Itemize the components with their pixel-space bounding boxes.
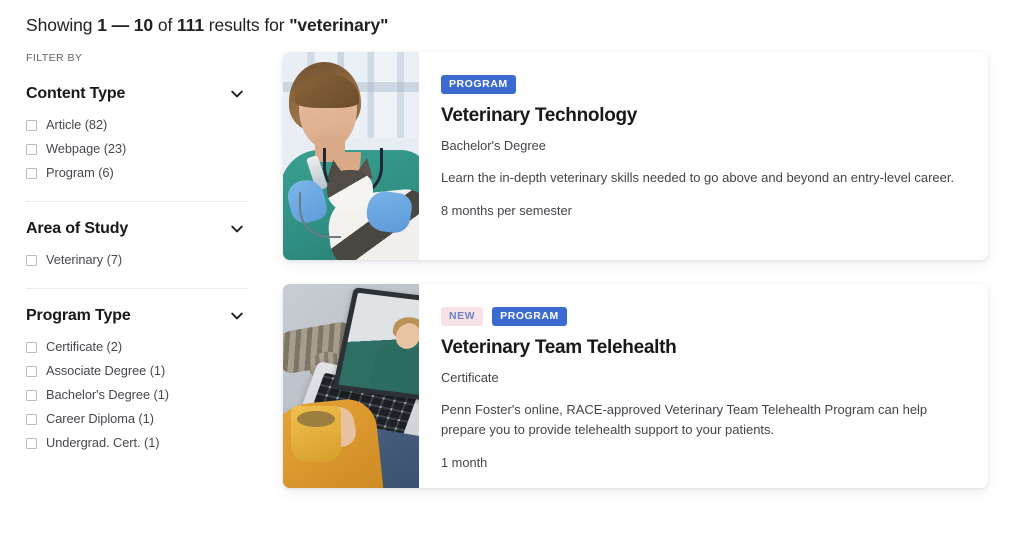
checkbox-icon[interactable] (26, 389, 37, 401)
filter-group-title: Program Type (26, 307, 131, 324)
result-card-badges: NEW PROGRAM (441, 307, 966, 326)
result-card-title[interactable]: Veterinary Team Telehealth (441, 336, 966, 360)
result-card-image (283, 52, 419, 260)
checkbox-icon[interactable] (26, 365, 37, 377)
filter-option-label: Bachelor's Degree (1) (46, 387, 170, 402)
filter-divider (26, 201, 248, 202)
badge-program: PROGRAM (492, 307, 567, 326)
badge-new: NEW (441, 307, 484, 326)
filter-group-content-type: Content Type Article (82) Webpage (23) P… (26, 85, 248, 181)
result-card-description: Penn Foster's online, RACE-approved Vete… (441, 402, 928, 437)
results-summary: Showing 1 — 10 of 111 results for "veter… (26, 13, 388, 37)
checkbox-icon[interactable] (26, 437, 37, 449)
filter-option-label: Veterinary (7) (46, 252, 123, 267)
filter-option-bachelors-degree[interactable]: Bachelor's Degree (1) (26, 387, 248, 403)
result-card-subtitle: Certificate (441, 370, 499, 385)
filter-option-associate-degree[interactable]: Associate Degree (1) (26, 363, 248, 379)
filter-divider (26, 288, 248, 289)
filter-option-label: Program (6) (46, 165, 114, 180)
result-card-badges: PROGRAM (441, 75, 966, 94)
filter-option-certificate[interactable]: Certificate (2) (26, 339, 248, 355)
page-content: FILTER BY Content Type Article (82) Webp… (0, 52, 1024, 536)
results-range-end: 10 (133, 15, 154, 35)
veterinarian-examining-cat-photo (283, 52, 419, 260)
result-card-subtitle: Bachelor's Degree (441, 138, 546, 153)
filter-group-program-type: Program Type Certificate (2) Associate D… (26, 307, 248, 451)
filter-option-label: Webpage (23) (46, 141, 127, 156)
filter-group-area-of-study-header[interactable]: Area of Study (26, 220, 248, 238)
filter-option-undergrad-cert[interactable]: Undergrad. Cert. (1) (26, 435, 248, 451)
filter-option-label: Article (82) (46, 117, 108, 132)
checkbox-icon[interactable] (26, 167, 37, 179)
results-summary-prefix: Showing (26, 15, 93, 35)
filter-group-title: Content Type (26, 85, 126, 102)
results-total-count: 111 (176, 15, 204, 35)
chevron-down-icon[interactable] (229, 308, 245, 324)
filter-by-label: FILTER BY (26, 52, 83, 64)
result-card-body: NEW PROGRAM Veterinary Team Telehealth C… (419, 284, 988, 488)
result-card-title[interactable]: Veterinary Technology (441, 104, 966, 128)
filter-option-label: Associate Degree (1) (46, 363, 166, 378)
results-range-start: 1 (97, 15, 107, 35)
checkbox-icon[interactable] (26, 119, 37, 131)
filter-option-career-diploma[interactable]: Career Diploma (1) (26, 411, 248, 427)
checkbox-icon[interactable] (26, 341, 37, 353)
filter-option-program[interactable]: Program (6) (26, 165, 248, 181)
filter-option-label: Career Diploma (1) (46, 411, 154, 426)
results-for-words: results for (208, 15, 285, 35)
results-range-dash: — (111, 15, 130, 35)
filter-group-program-type-header[interactable]: Program Type (26, 307, 248, 325)
result-card-image (283, 284, 419, 488)
result-card-body: PROGRAM Veterinary Technology Bachelor's… (419, 52, 988, 260)
result-card-meta: 8 months per semester (441, 203, 572, 218)
filter-option-article[interactable]: Article (82) (26, 117, 248, 133)
chevron-down-icon[interactable] (229, 221, 245, 237)
search-results-list: PROGRAM Veterinary Technology Bachelor's… (283, 52, 988, 512)
results-of-word: of (157, 15, 173, 35)
checkbox-icon[interactable] (26, 254, 37, 266)
checkbox-icon[interactable] (26, 413, 37, 425)
filter-sidebar: FILTER BY Content Type Article (82) Webp… (26, 52, 248, 451)
filter-group-area-of-study: Area of Study Veterinary (7) (26, 220, 248, 268)
filter-option-label: Undergrad. Cert. (1) (46, 435, 160, 450)
filter-option-webpage[interactable]: Webpage (23) (26, 141, 248, 157)
result-card-veterinary-technology[interactable]: PROGRAM Veterinary Technology Bachelor's… (283, 52, 988, 260)
chevron-down-icon[interactable] (229, 86, 245, 102)
filter-group-title: Area of Study (26, 220, 129, 237)
filter-option-veterinary[interactable]: Veterinary (7) (26, 252, 248, 268)
telehealth-video-call-with-cat-photo (283, 284, 419, 488)
checkbox-icon[interactable] (26, 143, 37, 155)
search-query-text: "veterinary" (289, 15, 389, 35)
result-card-meta: 1 month (441, 455, 488, 470)
result-card-description: Learn the in-depth veterinary skills nee… (441, 170, 955, 185)
result-card-veterinary-team-telehealth[interactable]: NEW PROGRAM Veterinary Team Telehealth C… (283, 284, 988, 488)
filter-option-label: Certificate (2) (46, 339, 123, 354)
badge-program: PROGRAM (441, 75, 516, 94)
filter-group-content-type-header[interactable]: Content Type (26, 85, 248, 103)
